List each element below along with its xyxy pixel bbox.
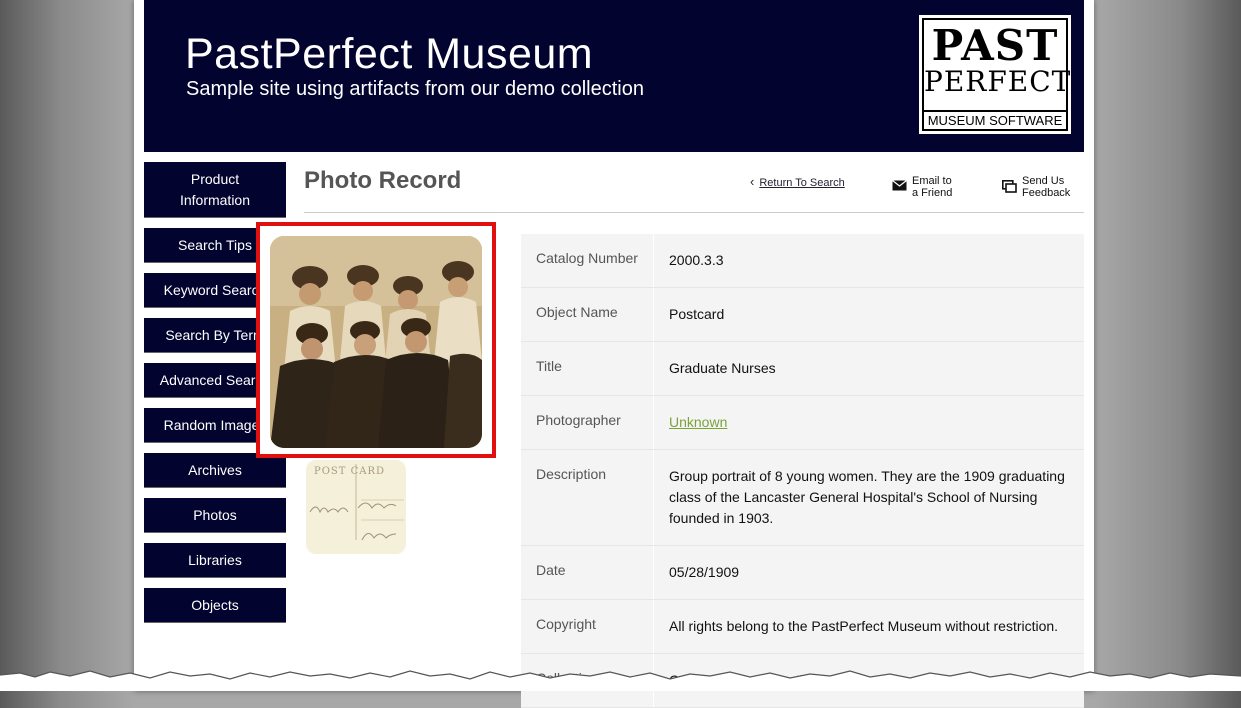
field-label: Date [521, 546, 654, 599]
feedback-icon [1002, 180, 1017, 193]
return-to-search-link[interactable]: ‹ Return To Search [750, 174, 845, 189]
email-label-2: a Friend [912, 187, 953, 199]
sidebar-item-libraries[interactable]: Libraries [144, 543, 286, 578]
send-feedback-button[interactable]: Send Us Feedback [1002, 175, 1070, 199]
field-label: Description [521, 450, 654, 545]
table-row: Title Graduate Nurses [521, 342, 1084, 396]
postcard-back-thumbnail[interactable]: POST CARD [306, 460, 406, 554]
photographer-link[interactable]: Unknown [669, 414, 727, 430]
envelope-icon [892, 180, 907, 191]
record-details-table: Catalog Number 2000.3.3 Object Name Post… [521, 234, 1084, 708]
pastperfect-logo[interactable]: PAST PERFECT MUSEUM SOFTWARE [919, 15, 1071, 134]
selected-photo-highlight[interactable] [256, 222, 496, 458]
table-row: Catalog Number 2000.3.3 [521, 234, 1084, 288]
site-subtitle: Sample site using artifacts from our dem… [186, 78, 644, 100]
group-portrait-image [270, 236, 482, 448]
logo-line-1: PAST [931, 21, 1059, 70]
site-title: PastPerfect Museum [185, 30, 594, 78]
field-label: Photographer [521, 396, 654, 449]
return-link-label: Return To Search [759, 177, 845, 189]
page-frame: PastPerfect Museum Sample site using art… [134, 0, 1094, 708]
sidebar-item-objects[interactable]: Objects [144, 588, 286, 623]
sidebar-item-archives[interactable]: Archives [144, 453, 286, 488]
logo-border: PAST PERFECT MUSEUM SOFTWARE [922, 18, 1072, 131]
logo-line-3: MUSEUM SOFTWARE [924, 110, 1066, 129]
field-label: Object Name [521, 288, 654, 341]
email-label-1: Email to [912, 175, 952, 187]
email-to-friend-button[interactable]: Email to a Friend [892, 175, 952, 199]
field-value: Postcard [669, 306, 725, 322]
field-value: All rights belong to the PastPerfect Mus… [669, 618, 1059, 634]
field-value: Graduate Nurses [669, 360, 776, 376]
table-row: Copyright All rights belong to the PastP… [521, 600, 1084, 654]
torn-paper-edge [0, 670, 1241, 691]
field-label: Title [521, 342, 654, 395]
field-label: Catalog Number [521, 234, 654, 287]
sidebar-item-product-information[interactable]: Product Information [144, 162, 286, 218]
feedback-label-1: Send Us [1022, 175, 1065, 187]
field-value: 2000.3.3 [669, 252, 724, 268]
field-value: Group portrait of 8 young women. They ar… [669, 468, 1065, 526]
site-header: PastPerfect Museum Sample site using art… [144, 0, 1084, 152]
table-row: Photographer Unknown [521, 396, 1084, 450]
feedback-label-2: Feedback [1022, 187, 1071, 199]
title-divider [304, 212, 1084, 213]
field-value: 05/28/1909 [669, 564, 740, 580]
logo-line-2: PERFECT [924, 65, 1072, 98]
postcard-thumbnail-text: POST CARD [314, 466, 386, 477]
field-label: Copyright [521, 600, 654, 653]
table-row: Description Group portrait of 8 young wo… [521, 450, 1084, 546]
table-row: Object Name Postcard [521, 288, 1084, 342]
page-title: Photo Record [304, 167, 462, 194]
chevron-left-icon: ‹ [750, 174, 755, 189]
graduate-nurses-photo [270, 236, 482, 448]
table-row: Date 05/28/1909 [521, 546, 1084, 600]
sidebar-item-photos[interactable]: Photos [144, 498, 286, 533]
field-value: Unknown [654, 396, 1084, 449]
